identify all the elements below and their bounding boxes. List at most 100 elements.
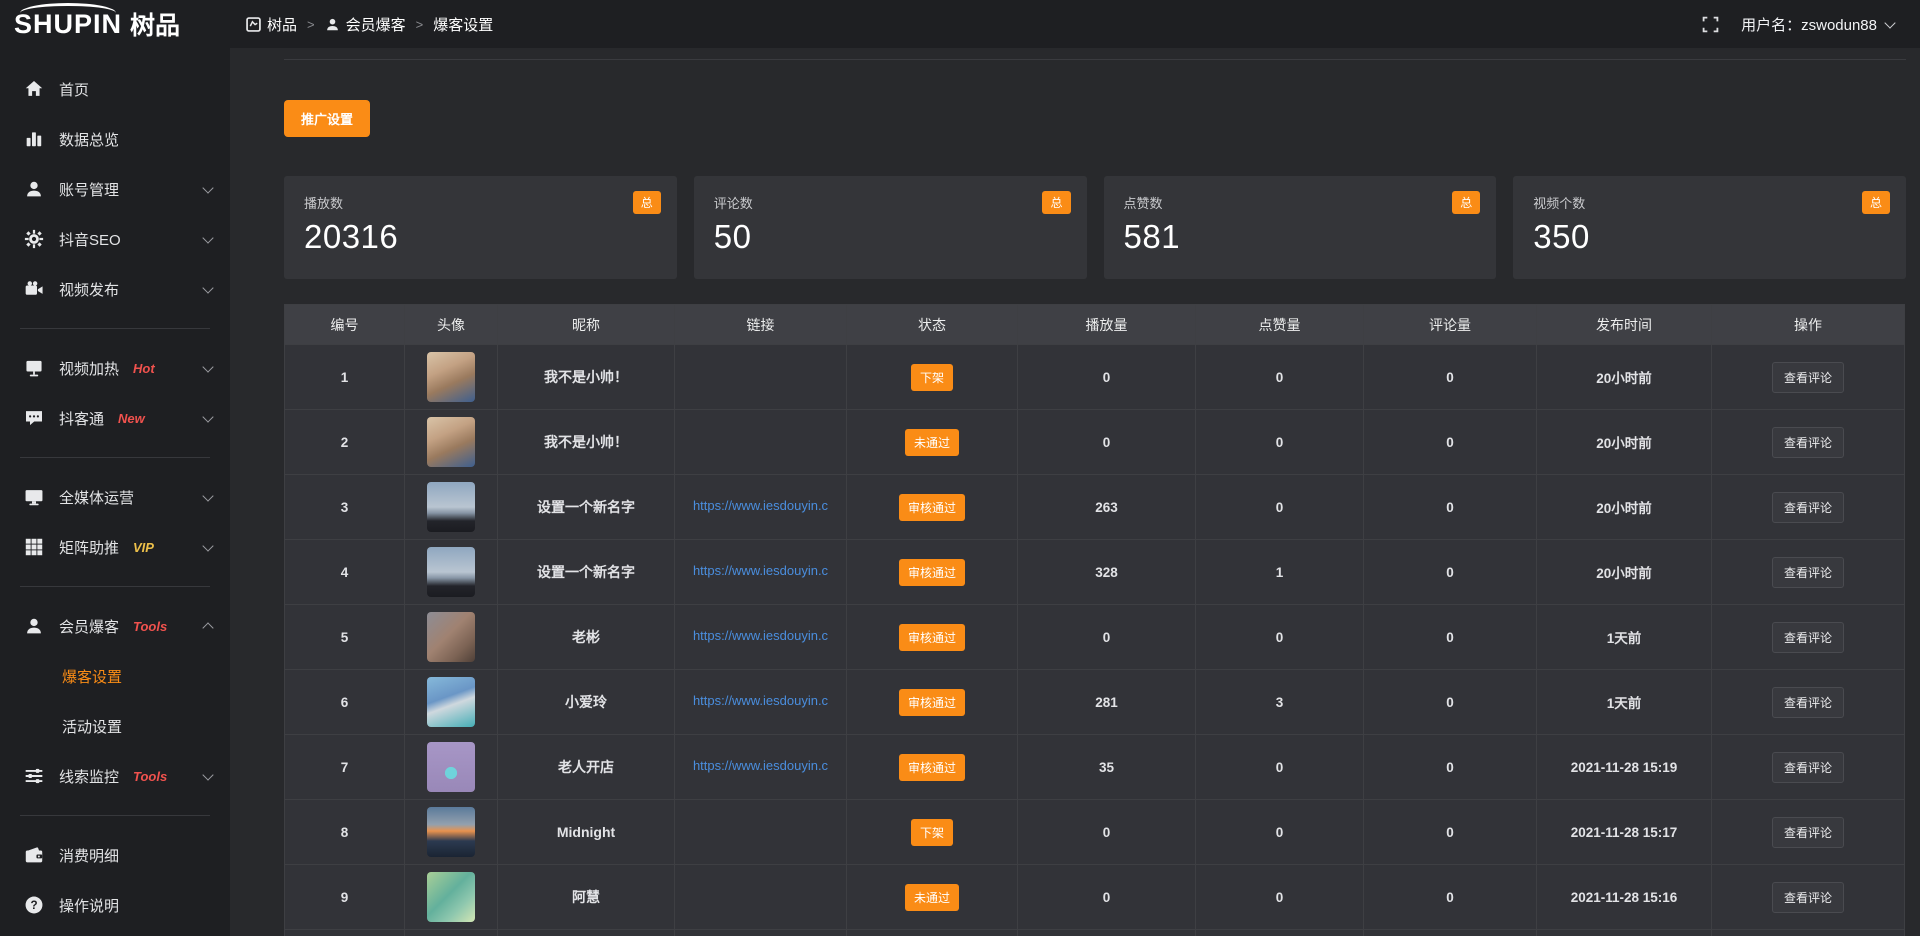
sidebar-item-线索监控[interactable]: 线索监控Tools xyxy=(0,751,230,801)
cell-status: 未通过 xyxy=(847,865,1018,930)
table-row: 6小爱玲https://www.iesdouyin.c审核通过281301天前查… xyxy=(285,670,1905,735)
table-header-row: 编号头像昵称链接状态播放量点赞量评论量发布时间操作 xyxy=(285,305,1905,345)
cell-publish-time: 2021-11-28 15:16 xyxy=(1537,865,1712,930)
column-header-编号: 编号 xyxy=(285,305,405,345)
sidebar-item-消费明细[interactable]: 消费明细 xyxy=(0,830,230,880)
cell-link: https://www.iesdouyin.c xyxy=(675,475,847,540)
total-badge: 总 xyxy=(633,191,661,214)
sidebar-item-视频发布[interactable]: 视频发布 xyxy=(0,264,230,314)
chevron-down-icon xyxy=(202,182,213,193)
column-header-昵称: 昵称 xyxy=(498,305,675,345)
video-link[interactable]: https://www.iesdouyin.c xyxy=(693,628,828,643)
sidebar-badge-Hot: Hot xyxy=(133,361,155,376)
column-header-播放量: 播放量 xyxy=(1018,305,1196,345)
sidebar-divider xyxy=(20,328,210,329)
breadcrumb-label: 会员爆客 xyxy=(346,14,406,35)
cell-status: 下架 xyxy=(847,800,1018,865)
breadcrumb-item[interactable]: 爆客设置 xyxy=(433,14,493,35)
breadcrumb-item[interactable]: 树品 xyxy=(246,14,297,35)
home-icon xyxy=(24,79,44,99)
cell-avatar xyxy=(405,410,498,475)
sidebar-item-账号管理[interactable]: 账号管理 xyxy=(0,164,230,214)
sidebar-item-会员爆客[interactable]: 会员爆客Tools xyxy=(0,601,230,651)
sidebar: SHUPIN 树品 首页数据总览账号管理抖音SEO视频发布视频加热Hot抖客通N… xyxy=(0,0,230,936)
cell-nickname: 阿慧 xyxy=(498,865,675,930)
view-comments-button[interactable]: 查看评论 xyxy=(1772,362,1844,393)
cell-avatar xyxy=(405,735,498,800)
sidebar-subitem-活动设置[interactable]: 活动设置 xyxy=(0,701,230,751)
cell-plays: 281 xyxy=(1018,670,1196,735)
video-link[interactable]: https://www.iesdouyin.c xyxy=(693,498,828,513)
table-row: 1我不是小帅！下架00020小时前查看评论 xyxy=(285,345,1905,410)
cell-plays: 0 xyxy=(1018,345,1196,410)
status-badge: 审核通过 xyxy=(899,559,965,586)
sidebar-item-数据总览[interactable]: 数据总览 xyxy=(0,114,230,164)
view-comments-button[interactable]: 查看评论 xyxy=(1772,427,1844,458)
sidebar-item-视频加热[interactable]: 视频加热Hot xyxy=(0,343,230,393)
video-link[interactable]: https://www.iesdouyin.c xyxy=(693,758,828,773)
cell-nickname: 设置一个新名字 xyxy=(498,475,675,540)
column-header-链接: 链接 xyxy=(675,305,847,345)
cell-likes: 0 xyxy=(1196,605,1364,670)
promo-settings-button[interactable]: 推广设置 xyxy=(284,100,370,137)
chevron-down-icon xyxy=(1884,17,1895,28)
sidebar-item-全媒体运营[interactable]: 全媒体运营 xyxy=(0,472,230,522)
cell-publish-time xyxy=(1537,930,1712,936)
stat-card-label: 点赞数 xyxy=(1124,193,1477,212)
user-menu[interactable]: 用户名：zswodun88 xyxy=(1741,14,1894,35)
table-row: 10 xyxy=(285,930,1905,936)
cell-avatar xyxy=(405,800,498,865)
cell-avatar xyxy=(405,475,498,540)
brand-logo-en: SHUPIN xyxy=(14,11,122,38)
video-link[interactable]: https://www.iesdouyin.c xyxy=(693,563,828,578)
cell-nickname: Midnight xyxy=(498,800,675,865)
stat-card-label: 视频个数 xyxy=(1533,193,1886,212)
view-comments-button[interactable]: 查看评论 xyxy=(1772,817,1844,848)
status-badge: 审核通过 xyxy=(899,689,965,716)
cell-status: 审核通过 xyxy=(847,605,1018,670)
cell-likes: 3 xyxy=(1196,670,1364,735)
view-comments-button[interactable]: 查看评论 xyxy=(1772,752,1844,783)
cell-status: 审核通过 xyxy=(847,540,1018,605)
sidebar-item-操作说明[interactable]: ?操作说明 xyxy=(0,880,230,930)
cell-actions: 查看评论 xyxy=(1712,865,1905,930)
view-comments-button[interactable]: 查看评论 xyxy=(1772,622,1844,653)
chart-icon xyxy=(24,129,44,149)
cell-actions: 查看评论 xyxy=(1712,735,1905,800)
sidebar-item-首页[interactable]: 首页 xyxy=(0,64,230,114)
sidebar-subitem-爆客设置[interactable]: 爆客设置 xyxy=(0,651,230,701)
cell-nickname: 小爱玲 xyxy=(498,670,675,735)
cell-link: https://www.iesdouyin.c xyxy=(675,735,847,800)
cell-comments: 0 xyxy=(1364,865,1537,930)
view-comments-button[interactable]: 查看评论 xyxy=(1772,557,1844,588)
topbar: 树品>会员爆客>爆客设置 用户名：zswodun88 xyxy=(230,0,1920,48)
sidebar-item-矩阵助推[interactable]: 矩阵助推VIP xyxy=(0,522,230,572)
username-label: 用户名：zswodun88 xyxy=(1741,14,1877,35)
topbar-right: 用户名：zswodun88 xyxy=(1702,14,1894,35)
sidebar-item-抖音SEO[interactable]: 抖音SEO xyxy=(0,214,230,264)
content-divider xyxy=(284,48,1906,60)
cell-plays: 35 xyxy=(1018,735,1196,800)
cell-link xyxy=(675,410,847,475)
cell-likes: 0 xyxy=(1196,865,1364,930)
cell-actions xyxy=(1712,930,1905,936)
fullscreen-icon[interactable] xyxy=(1702,16,1719,33)
chevron-down-icon xyxy=(202,769,213,780)
cell-actions: 查看评论 xyxy=(1712,540,1905,605)
cell-id: 7 xyxy=(285,735,405,800)
sidebar-item-抖客通[interactable]: 抖客通New xyxy=(0,393,230,443)
stat-card-播放数: 播放数20316总 xyxy=(284,176,677,279)
video-link[interactable]: https://www.iesdouyin.c xyxy=(693,693,828,708)
stat-card-value: 50 xyxy=(714,218,1067,256)
cell-actions: 查看评论 xyxy=(1712,475,1905,540)
cell-nickname: 我不是小帅！ xyxy=(498,410,675,475)
cell-id: 2 xyxy=(285,410,405,475)
breadcrumb-item[interactable]: 会员爆客 xyxy=(325,14,406,35)
view-comments-button[interactable]: 查看评论 xyxy=(1772,687,1844,718)
brand-logo[interactable]: SHUPIN 树品 xyxy=(0,0,230,48)
cell-status: 审核通过 xyxy=(847,735,1018,800)
status-badge: 审核通过 xyxy=(899,494,965,521)
view-comments-button[interactable]: 查看评论 xyxy=(1772,492,1844,523)
cell-likes: 0 xyxy=(1196,410,1364,475)
view-comments-button[interactable]: 查看评论 xyxy=(1772,882,1844,913)
